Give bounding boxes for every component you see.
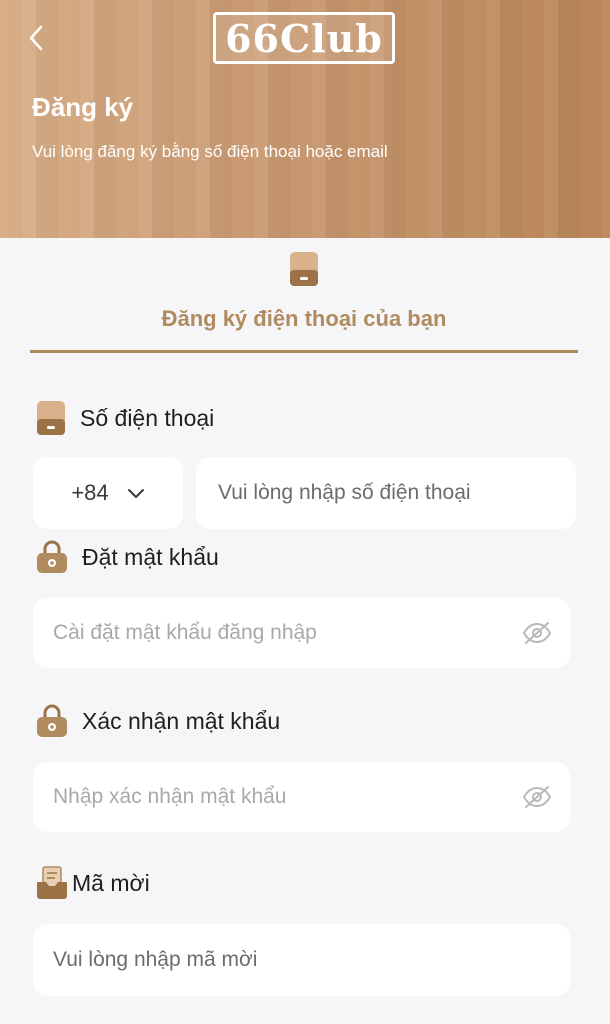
password-input[interactable]: Cài đặt mật khẩu đăng nhập bbox=[33, 598, 570, 668]
lock-icon bbox=[37, 704, 67, 737]
eye-off-icon[interactable] bbox=[522, 621, 552, 645]
password-label: Đặt mật khẩu bbox=[36, 540, 219, 574]
invite-code-placeholder: Vui lòng nhập mã mời bbox=[53, 948, 258, 971]
confirm-password-placeholder: Nhập xác nhận mật khẩu bbox=[53, 785, 287, 808]
phone-icon bbox=[37, 401, 65, 435]
invite-icon bbox=[37, 866, 67, 899]
phone-label-text: Số điện thoại bbox=[80, 404, 215, 431]
invite-code-input[interactable]: Vui lòng nhập mã mời bbox=[33, 924, 570, 996]
phone-placeholder: Vui lòng nhập số điện thoại bbox=[218, 481, 471, 504]
phone-icon bbox=[290, 252, 318, 286]
header-banner: 66Club Đăng ký Vui lòng đăng ký bằng số … bbox=[0, 0, 610, 238]
page-title: Đăng ký bbox=[32, 92, 134, 122]
country-code-value: +84 bbox=[71, 480, 109, 505]
chevron-left-icon bbox=[29, 25, 43, 51]
country-code-select[interactable]: +84 bbox=[33, 457, 183, 529]
phone-label: Số điện thoại bbox=[36, 400, 214, 436]
confirm-password-input[interactable]: Nhập xác nhận mật khẩu bbox=[33, 762, 570, 832]
logo-text: 66Club bbox=[225, 15, 383, 61]
chevron-down-icon bbox=[127, 488, 144, 498]
eye-off-icon[interactable] bbox=[522, 785, 552, 809]
confirm-password-label-text: Xác nhận mật khẩu bbox=[82, 707, 281, 734]
phone-input[interactable]: Vui lòng nhập số điện thoại bbox=[196, 457, 576, 529]
tab-phone-register[interactable]: Đăng ký điện thoại của bạn bbox=[30, 250, 578, 354]
password-placeholder: Cài đặt mật khẩu đăng nhập bbox=[53, 621, 317, 644]
invite-code-label-text: Mã mời bbox=[72, 869, 150, 896]
lock-icon bbox=[37, 540, 67, 573]
logo: 66Club bbox=[213, 12, 395, 64]
confirm-password-label: Xác nhận mật khẩu bbox=[36, 704, 280, 738]
page-subtitle: Vui lòng đăng ký bằng số điện thoại hoặc… bbox=[32, 142, 388, 161]
password-label-text: Đặt mật khẩu bbox=[82, 543, 219, 570]
invite-code-label: Mã mời bbox=[36, 866, 150, 900]
back-button[interactable] bbox=[18, 20, 54, 56]
tab-label: Đăng ký điện thoại của bạn bbox=[161, 306, 447, 331]
tab-underline bbox=[30, 350, 578, 353]
